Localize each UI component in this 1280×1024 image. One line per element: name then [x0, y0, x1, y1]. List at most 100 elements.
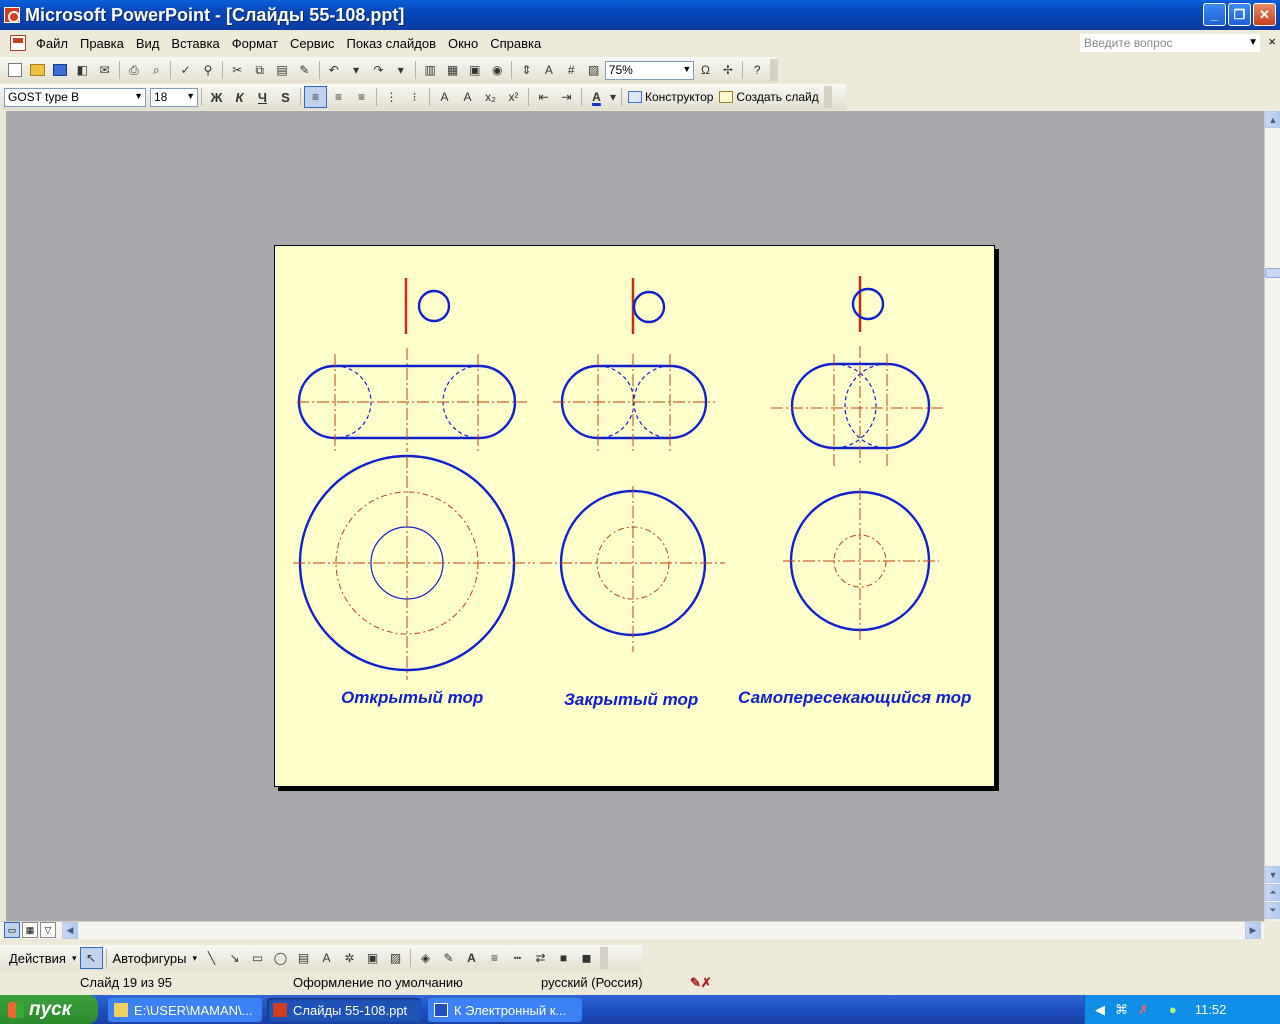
back-arrow-icon[interactable]: ◀ [1095, 1002, 1105, 1018]
show-formatting-icon[interactable]: A [538, 59, 560, 81]
permission-icon[interactable]: ◧ [71, 59, 93, 81]
vertical-scrollbar[interactable]: ▲ ▼ ⏶ ⏷ [1264, 111, 1280, 921]
new-document-icon[interactable] [4, 59, 26, 81]
menu-file[interactable]: Файл [30, 36, 74, 51]
taskbar-item-explorer[interactable]: E:\USER\MAMAN\... [108, 998, 262, 1022]
dash-style-icon[interactable]: ┅ [506, 947, 529, 969]
clipart-icon[interactable]: ▣ [361, 947, 384, 969]
chevron-down-icon[interactable]: ▼ [1248, 34, 1258, 52]
3d-style-icon[interactable]: ◼ [575, 947, 598, 969]
shadow-button[interactable]: S [274, 86, 297, 108]
menu-slideshow[interactable]: Показ слайдов [340, 36, 442, 51]
increase-indent-icon[interactable]: ⇥ [555, 86, 578, 108]
spelling-icon[interactable]: ✓ [174, 59, 196, 81]
designer-button[interactable]: Конструктор [625, 86, 716, 108]
document-icon[interactable] [10, 35, 26, 51]
italic-button[interactable]: К [228, 86, 251, 108]
chevron-down-icon[interactable]: ▼ [186, 91, 195, 101]
numbering-icon[interactable]: ⋮ [380, 86, 403, 108]
document-close-button[interactable]: × [1268, 34, 1276, 49]
bullets-icon[interactable]: ⁝ [403, 86, 426, 108]
decrease-font-icon[interactable]: A [456, 86, 479, 108]
slide-canvas[interactable]: .ax { stroke: #c04010; stroke-width: 1; … [274, 245, 995, 787]
email-icon[interactable]: ✉ [93, 59, 115, 81]
print-icon[interactable]: ⎙ [123, 59, 145, 81]
font-color-icon[interactable]: A [585, 86, 608, 108]
scroll-down-icon[interactable]: ▼ [1265, 866, 1280, 883]
start-button[interactable]: пуск [0, 995, 98, 1024]
slide-show-view-icon[interactable]: ▽ [40, 922, 56, 938]
maximize-button[interactable]: ❐ [1228, 3, 1251, 26]
subscript-icon[interactable]: x₂ [479, 86, 502, 108]
format-painter-icon[interactable]: ✎ [293, 59, 315, 81]
open-folder-icon[interactable] [26, 59, 48, 81]
color-grayscale-icon[interactable]: ▨ [582, 59, 604, 81]
taskbar-item-word[interactable]: К Электронный к... [428, 998, 582, 1022]
align-left-icon[interactable]: ≡ [304, 86, 327, 108]
save-icon[interactable] [49, 59, 71, 81]
next-slide-icon[interactable]: ⏷ [1265, 902, 1280, 919]
chevron-down-icon[interactable]: ▾ [189, 953, 200, 964]
messenger-icon[interactable]: ● [1169, 1002, 1177, 1017]
caption-closed-torus[interactable]: Закрытый тор [564, 690, 698, 710]
textbox-icon[interactable]: ▤ [292, 947, 315, 969]
expand-all-icon[interactable]: ⇕ [515, 59, 537, 81]
line-icon[interactable]: ╲ [200, 947, 223, 969]
menu-insert[interactable]: Вставка [165, 36, 225, 51]
scroll-thumb[interactable] [1265, 268, 1280, 278]
scroll-left-icon[interactable]: ◀ [62, 922, 78, 939]
insert-chart-icon[interactable]: ▥ [419, 59, 441, 81]
cut-icon[interactable]: ✂ [226, 59, 248, 81]
insert-table-icon[interactable]: ▦ [441, 59, 463, 81]
chevron-down-icon[interactable]: ▾ [69, 953, 80, 964]
menu-help[interactable]: Справка [484, 36, 547, 51]
normal-view-icon[interactable]: ▭ [4, 922, 20, 938]
new-slide-button[interactable]: Создать слайд [716, 86, 821, 108]
undo-dropdown-icon[interactable]: ▾ [345, 59, 367, 81]
show-grid-icon[interactable]: # [560, 59, 582, 81]
paste-icon[interactable]: ▤ [271, 59, 293, 81]
menu-tools[interactable]: Сервис [284, 36, 341, 51]
previous-slide-icon[interactable]: ⏶ [1265, 884, 1280, 901]
increase-font-icon[interactable]: A [433, 86, 456, 108]
arrow-icon[interactable]: ↘ [223, 947, 246, 969]
diagram-icon[interactable]: ✲ [338, 947, 361, 969]
minimize-button[interactable]: _ [1203, 3, 1226, 26]
zoom-select[interactable]: 75% ▼ [604, 60, 695, 80]
chevron-down-icon[interactable]: ▼ [134, 91, 143, 101]
menu-view[interactable]: Вид [130, 36, 166, 51]
help-icon[interactable]: ? [746, 59, 768, 81]
font-name-select[interactable]: GOST type B ▼ [4, 87, 146, 107]
symbol-icon[interactable]: Ω [694, 59, 716, 81]
design-template[interactable]: Оформление по умолчанию [293, 975, 463, 990]
taskbar-item-powerpoint[interactable]: Слайды 55-108.ppt [267, 998, 421, 1022]
wordart-icon[interactable]: A [315, 947, 338, 969]
toolbar-options-icon[interactable] [823, 86, 832, 108]
autoshapes-menu[interactable]: Автофигуры [110, 951, 190, 966]
align-right-icon[interactable]: ≡ [350, 86, 373, 108]
font-color-dropdown-icon[interactable]: ▾ [608, 86, 618, 108]
copy-icon[interactable]: ⧉ [249, 59, 271, 81]
menu-window[interactable]: Окно [442, 36, 484, 51]
menu-edit[interactable]: Правка [74, 36, 130, 51]
insert-diagram-icon[interactable]: ◉ [486, 59, 508, 81]
print-preview-icon[interactable]: ⌕ [145, 59, 167, 81]
caption-self-intersecting-torus[interactable]: Самопересекающийся тор [738, 688, 971, 708]
bold-button[interactable]: Ж [205, 86, 228, 108]
redo-icon[interactable]: ↷ [367, 59, 389, 81]
toolbar-options-icon[interactable] [770, 59, 779, 81]
scroll-right-icon[interactable]: ▶ [1245, 922, 1261, 939]
slide-sorter-view-icon[interactable]: ▦ [22, 922, 38, 938]
research-icon[interactable]: ⚲ [197, 59, 219, 81]
picture-icon[interactable]: ▨ [384, 947, 407, 969]
select-pointer-icon[interactable]: ↖ [79, 947, 103, 969]
oval-icon[interactable]: ◯ [269, 947, 292, 969]
redo-dropdown-icon[interactable]: ▾ [390, 59, 412, 81]
decrease-indent-icon[interactable]: ⇤ [532, 86, 555, 108]
ink-icon[interactable]: ✢ [717, 59, 739, 81]
horizontal-scrollbar[interactable]: ▭ ▦ ▽ ◀ ▶ [0, 921, 1264, 939]
antivirus-icon[interactable]: ✗ [1138, 1002, 1149, 1018]
actions-menu[interactable]: Действия [6, 951, 69, 966]
toolbar-options-icon[interactable] [600, 947, 608, 969]
align-center-icon[interactable]: ≡ [327, 86, 350, 108]
